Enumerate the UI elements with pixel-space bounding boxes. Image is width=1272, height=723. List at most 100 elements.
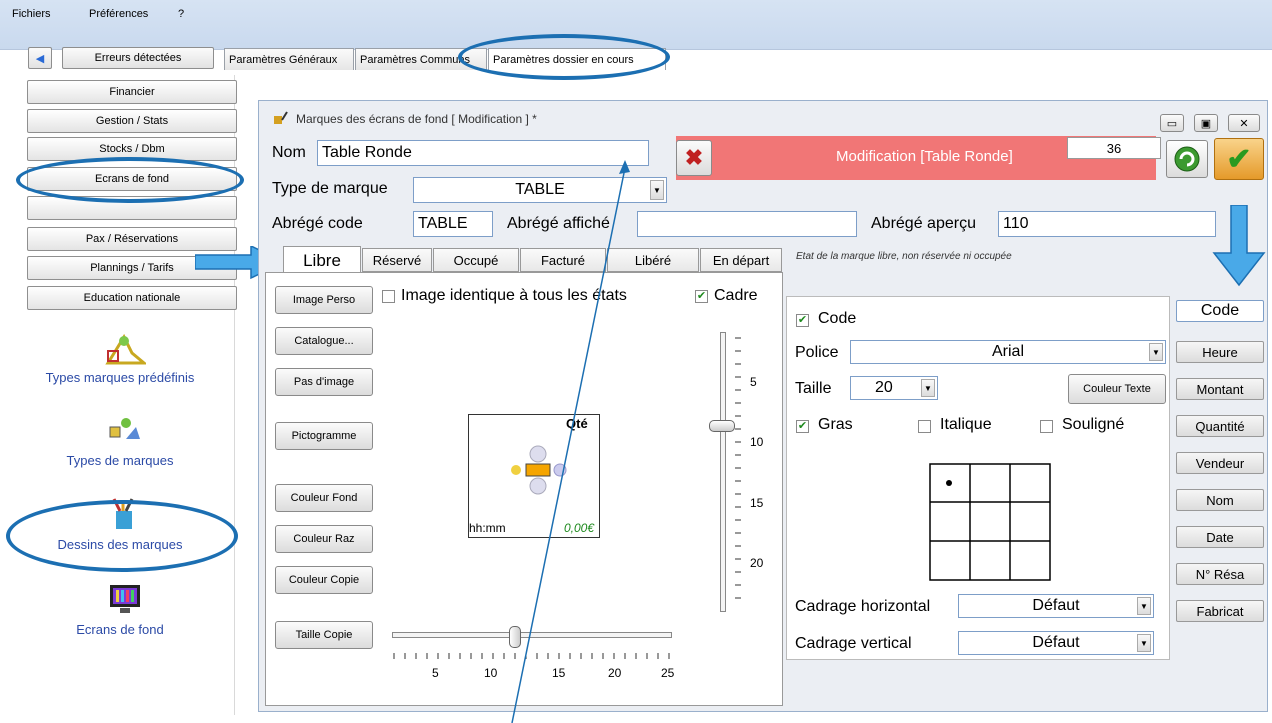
souligne-checkbox[interactable] (1040, 420, 1053, 433)
highlight-ellipse (458, 34, 670, 80)
chevron-down-icon: ▼ (921, 379, 935, 397)
italique-checkbox[interactable] (918, 420, 931, 433)
field-montant-button[interactable]: Montant (1176, 378, 1264, 400)
police-value: Arial (991, 343, 1024, 360)
vslider-label-20: 20 (750, 556, 764, 570)
couleur-raz-button[interactable]: Couleur Raz (275, 525, 373, 553)
nav-gestion-stats[interactable]: Gestion / Stats (27, 109, 237, 133)
gras-checkbox[interactable]: ✔ (796, 420, 809, 433)
cadrage-v-select[interactable]: Défaut ▼ (958, 631, 1154, 655)
taille-value: 20 (875, 379, 893, 396)
cadrage-h-label: Cadrage horizontal (795, 598, 931, 615)
refresh-icon (1174, 146, 1200, 172)
couleur-copie-button[interactable]: Couleur Copie (275, 566, 373, 594)
cadre-checkbox[interactable]: ✔ (695, 290, 708, 303)
field-heure-button[interactable]: Heure (1176, 341, 1264, 363)
abrege-apercu-input[interactable]: 110 (998, 211, 1216, 237)
status-text: Modification [Table Ronde] (836, 148, 1013, 165)
police-label: Police (795, 344, 839, 361)
close-icon[interactable]: ✕ (1228, 114, 1260, 132)
nav-education-nationale[interactable]: Education nationale (27, 286, 237, 310)
image-identique-checkbox[interactable] (382, 290, 395, 303)
refresh-button[interactable] (1166, 140, 1208, 178)
link-types-marques-predefinis[interactable]: Types marques prédéfinis (5, 370, 235, 385)
field-date-button[interactable]: Date (1176, 526, 1264, 548)
taille-copie-button[interactable]: Taille Copie (275, 621, 373, 649)
italique-label: Italique (940, 416, 992, 433)
menu-help[interactable]: ? (178, 8, 184, 20)
field-code-button[interactable]: Code (1176, 300, 1264, 322)
shapes-icon (109, 418, 140, 439)
cadre-label: Cadre (714, 287, 758, 304)
validate-button[interactable]: ✔ (1214, 138, 1264, 180)
cadrage-h-select[interactable]: Défaut ▼ (958, 594, 1154, 618)
back-arrow-icon[interactable]: ◀ (28, 47, 52, 69)
couleur-texte-button[interactable]: Couleur Texte (1068, 374, 1166, 404)
tab-libre[interactable]: Libre (283, 246, 361, 274)
abrege-apercu-label: Abrégé aperçu (871, 215, 976, 232)
abrege-affiche-input[interactable] (637, 211, 857, 237)
nav-financier[interactable]: Financier (27, 80, 237, 104)
errors-button[interactable]: Erreurs détectées (62, 47, 214, 69)
monitor-icon (110, 585, 140, 613)
cadrage-v-label: Cadrage vertical (795, 635, 912, 652)
window-icon (274, 111, 288, 124)
tab-parametres-generaux[interactable]: Paramètres Généraux (224, 48, 354, 70)
image-perso-button[interactable]: Image Perso (275, 286, 373, 314)
vslider-label-5: 5 (750, 375, 757, 389)
catalogue-button[interactable]: Catalogue... (275, 327, 373, 355)
highlight-ellipse (6, 500, 238, 572)
chevron-down-icon: ▼ (650, 180, 664, 200)
hslider-label-25: 25 (661, 666, 675, 680)
field-nom-button[interactable]: Nom (1176, 489, 1264, 511)
vertical-slider-thumb[interactable] (709, 420, 735, 432)
chevron-down-icon: ▼ (1149, 343, 1163, 361)
pas-image-button[interactable]: Pas d'image (275, 368, 373, 396)
taille-label: Taille (795, 380, 832, 397)
abrege-code-input[interactable]: TABLE (413, 211, 493, 237)
highlight-ellipse (16, 157, 244, 203)
cancel-button[interactable]: ✖ (676, 140, 712, 176)
link-types-de-marques[interactable]: Types de marques (5, 453, 235, 468)
chevron-down-icon: ▼ (1137, 597, 1151, 615)
vslider-label-15: 15 (750, 496, 764, 510)
record-number: 36 (1067, 137, 1161, 159)
code-label: Code (818, 310, 857, 327)
nom-label: Nom (272, 144, 306, 161)
vertical-slider-ticks (735, 337, 741, 599)
pointer-line (511, 160, 630, 723)
gras-label: Gras (818, 416, 853, 433)
pictogramme-button[interactable]: Pictogramme (275, 422, 373, 450)
tab-reserve[interactable]: Réservé (362, 248, 432, 272)
hslider-label-10: 10 (484, 666, 498, 680)
tab-en-depart[interactable]: En départ (700, 248, 782, 272)
menu-preferences[interactable]: Préférences (89, 8, 148, 20)
taille-select[interactable]: 20 ▼ (850, 376, 938, 400)
chevron-down-icon: ▼ (1137, 634, 1151, 652)
cadrage-h-value: Défaut (1032, 597, 1080, 614)
souligne-label: Souligné (1062, 416, 1125, 433)
field-fabricat-button[interactable]: Fabricat (1176, 600, 1264, 622)
minimize-icon[interactable]: ▭ (1160, 114, 1184, 132)
vslider-label-10: 10 (750, 435, 764, 449)
field-resa-button[interactable]: N° Résa (1176, 563, 1264, 585)
police-select[interactable]: Arial ▼ (850, 340, 1166, 364)
cadrage-v-value: Défaut (1032, 634, 1080, 651)
maximize-icon[interactable]: ▣ (1194, 114, 1218, 132)
type-marque-label: Type de marque (272, 180, 388, 197)
link-ecrans-de-fond[interactable]: Ecrans de fond (5, 622, 235, 637)
window-title: Marques des écrans de fond [ Modificatio… (296, 112, 537, 126)
menu-fichiers[interactable]: Fichiers (12, 8, 51, 20)
checkmark-icon: ✔ (1226, 142, 1252, 176)
field-quantite-button[interactable]: Quantité (1176, 415, 1264, 437)
hslider-label-5: 5 (432, 666, 439, 680)
state-hint: Etat de la marque libre, non réservée ni… (796, 251, 1012, 262)
alignment-grid[interactable] (929, 463, 1051, 581)
vertical-slider-track[interactable] (720, 332, 726, 612)
triangle-shapes-icon (105, 333, 146, 365)
arrow-down-annotation (1212, 205, 1266, 287)
couleur-fond-button[interactable]: Couleur Fond (275, 484, 373, 512)
field-vendeur-button[interactable]: Vendeur (1176, 452, 1264, 474)
code-checkbox[interactable]: ✔ (796, 314, 809, 327)
abrege-code-label: Abrégé code (272, 215, 363, 232)
